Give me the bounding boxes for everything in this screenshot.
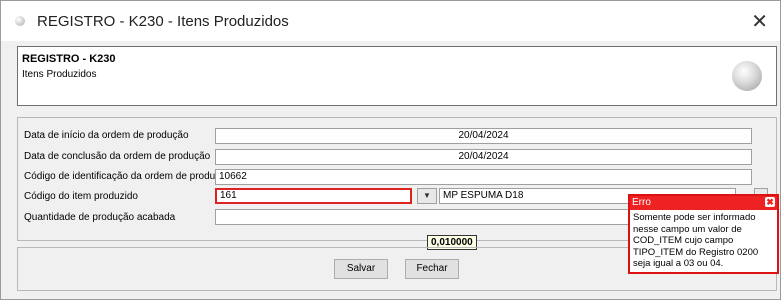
order-code-field[interactable]: 10662 bbox=[215, 169, 752, 185]
error-close-icon[interactable]: ✖ bbox=[765, 197, 775, 207]
record-title: REGISTRO - K230 bbox=[22, 53, 116, 65]
close-icon[interactable]: ✕ bbox=[751, 9, 768, 34]
start-date-field[interactable]: 20/04/2024 bbox=[215, 128, 752, 144]
globe-logo-icon bbox=[732, 61, 762, 91]
end-date-label: Data de conclusão da ordem de produção bbox=[24, 151, 211, 162]
item-code-field[interactable]: 161 bbox=[215, 188, 412, 204]
error-popup: Erro ✖ Somente pode ser informado nesse … bbox=[628, 194, 779, 274]
record-subtitle: Itens Produzidos bbox=[22, 69, 97, 80]
start-date-label: Data de início da ordem de produção bbox=[24, 130, 189, 141]
item-dropdown-button[interactable]: ▼ bbox=[417, 188, 437, 204]
save-button[interactable]: Salvar bbox=[334, 259, 388, 279]
error-header: Erro ✖ bbox=[630, 196, 777, 210]
order-code-label: Código de identificação da ordem de prod… bbox=[24, 171, 232, 182]
app-icon bbox=[15, 16, 25, 26]
dialog-window: REGISTRO - K230 - Itens Produzidos ✕ REG… bbox=[0, 0, 781, 300]
title-bar: REGISTRO - K230 - Itens Produzidos ✕ bbox=[1, 1, 780, 41]
error-title: Erro bbox=[632, 197, 651, 208]
quantity-field[interactable] bbox=[215, 209, 629, 225]
error-message: Somente pode ser informado nesse campo u… bbox=[633, 212, 759, 269]
item-code-label: Código do item produzido bbox=[24, 191, 138, 202]
window-title: REGISTRO - K230 - Itens Produzidos bbox=[37, 13, 289, 30]
quantity-label: Quantidade de produção acabada bbox=[24, 212, 176, 223]
end-date-field[interactable]: 20/04/2024 bbox=[215, 149, 752, 165]
close-button[interactable]: Fechar bbox=[405, 259, 459, 279]
record-header: REGISTRO - K230 Itens Produzidos bbox=[17, 46, 777, 106]
